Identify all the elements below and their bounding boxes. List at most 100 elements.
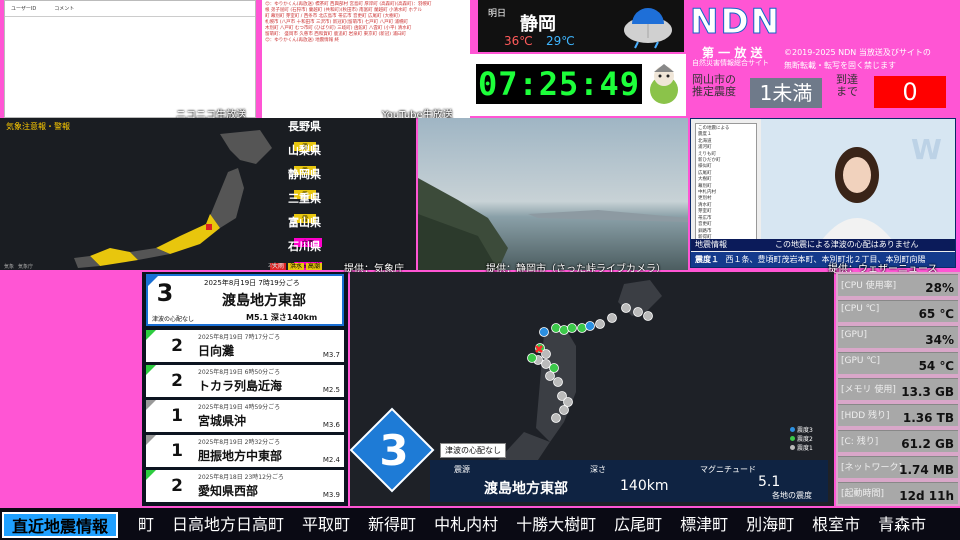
station-marker <box>563 397 573 407</box>
quake-intensity: 2 <box>171 371 183 391</box>
stat-value: 65 ℃ <box>918 307 954 321</box>
latest-quake-card[interactable]: 3 2025年8月19日 7時19分ごろ 渡島地方東部 津波の心配なし M5.1… <box>146 274 344 326</box>
arrival-seconds: 0 <box>874 76 946 108</box>
station-marker <box>541 359 551 369</box>
mascot-icon <box>650 64 678 104</box>
warning-pref-item: 富山県 大雨 <box>288 214 348 247</box>
weather-warning-panel: 気象注意報・警報 長野県雷山梨県雷静岡県雷三重県雷富山県大雨石川県大雨 大雨 洪… <box>0 118 416 270</box>
system-stat: [CPU 使用率] 28% <box>838 274 958 296</box>
arrival-label: 到達 まで <box>836 73 858 98</box>
latest-quake-datetime: 2025年8月19日 7時19分ごろ <box>204 279 300 287</box>
presenter-image: W <box>761 119 955 241</box>
stat-value: 1.74 MB <box>899 463 954 477</box>
quake-list-item[interactable]: 2 2025年8月19日 7時17分ごろ 日向灘 M3.7 <box>146 330 344 362</box>
system-stat: [HDD 残り] 1.36 TB <box>838 404 958 426</box>
ticker-item: 標津町 <box>680 515 729 534</box>
comment-header: コメント <box>54 6 75 12</box>
quake-intensity: 1 <box>171 441 183 461</box>
warning-footer-left: 気象 <box>4 264 15 270</box>
stat-label: [HDD 残り] <box>841 411 890 421</box>
quake-intensity: 1 <box>171 406 183 426</box>
intensity-marker <box>146 435 156 445</box>
stat-value: 28% <box>925 281 954 295</box>
digital-clock: 07:25:49 <box>476 64 642 104</box>
intensity-marker <box>146 470 156 480</box>
quake-list-item[interactable]: 2 2025年8月19日 6時50分ごろ トカラ列島近海 M2.5 <box>146 365 344 397</box>
system-stat: [ネットワーク] 1.74 MB <box>838 456 958 478</box>
quake-place: 宮城県沖 <box>198 414 247 428</box>
tv-news-panel: この地震による 震度１ 北海道 浦河町 えりも町 新ひだか町 様似町 広尾町 大樹町 幕別町 中札内… <box>690 118 956 268</box>
station-marker <box>559 325 569 335</box>
station-marker <box>633 307 643 317</box>
warning-footer-right: 気象庁 <box>18 264 34 270</box>
station-marker <box>541 349 551 359</box>
quake-list-item[interactable]: 1 2025年8月19日 4時59分ごろ 宮城県沖 M3.6 <box>146 400 344 432</box>
ndn-copyright: ©2019-2025 NDN 当放送及びサイトの <box>784 48 931 57</box>
japan-warning-map <box>74 130 272 268</box>
quake-list-item[interactable]: 1 2025年8月19日 2時32分ごろ 胆振地方中東部 M2.4 <box>146 435 344 467</box>
pref-name: 三重県 <box>288 192 321 205</box>
ndn-branding-panel: NDN 第 一 放 送 自然災害情報総合サイト ©2019-2025 NDN 当… <box>688 0 960 116</box>
quake-datetime: 2025年8月18日 23時12分ごろ <box>198 474 284 481</box>
legend-item: 震度1 <box>790 444 813 453</box>
stat-value: 61.2 GB <box>901 437 954 451</box>
pref-name: 長野県 <box>288 120 321 133</box>
ticker-item: 広尾町 <box>614 515 663 534</box>
legend-item: 震度3 <box>790 426 813 435</box>
warning-pref-item: 石川県大雨 <box>288 238 348 270</box>
ndn-tagline: 自然災害情報総合サイト <box>692 59 769 67</box>
stat-value: 12d 11h <box>899 489 954 503</box>
ticker-item: 日高地方日高町 <box>172 515 285 534</box>
weather-day: 明日 <box>488 9 507 19</box>
system-stat: [CPU ℃] 65 ℃ <box>838 300 958 322</box>
niconico-comment-panel: ユーザーID コメント <box>4 0 256 118</box>
system-stat: [C: 残り] 61.2 GB <box>838 430 958 452</box>
pref-name: 山梨県 <box>288 144 321 157</box>
station-marker <box>545 371 555 381</box>
weather-panel: 明日 静岡 36℃ 29℃ <box>478 0 684 52</box>
legend-label: 震度2 <box>797 436 813 443</box>
quake-datetime: 2025年8月19日 6時50分ごろ <box>198 369 281 376</box>
station-marker <box>551 323 561 333</box>
legend-dot <box>790 427 795 432</box>
ndn-copyright-2: 無断転載・転写を固く禁じます <box>784 61 896 70</box>
station-marker <box>621 303 631 313</box>
warning-pref-item: 静岡県雷 <box>288 166 348 199</box>
quake-map-tsunami: 津波の心配なし <box>440 443 506 458</box>
system-stat: [メモリ 使用] 13.3 GB <box>838 378 958 400</box>
station-marker <box>643 311 653 321</box>
stat-label: [GPU] <box>841 330 868 340</box>
warning-legend: 大雨 洪水 高潮 <box>270 263 322 270</box>
ticker-item: 中札内村 <box>434 515 499 534</box>
coastal-camera-image <box>418 178 688 270</box>
live-camera-panel <box>418 118 688 270</box>
stat-label: [C: 残り] <box>841 437 879 447</box>
intensity-marker <box>146 330 156 340</box>
stat-label: [CPU 使用率] <box>841 281 897 291</box>
quake-list-item[interactable]: 2 2025年8月18日 23時12分ごろ 愛知県西部 M3.9 <box>146 470 344 502</box>
stat-value: 1.36 TB <box>902 411 954 425</box>
quake-magnitude: M3.6 <box>322 421 340 429</box>
ticker-item: 根室市 <box>812 515 861 534</box>
ticker-item: 青森市 <box>878 515 927 534</box>
legend-label: 震度3 <box>797 427 813 434</box>
weather-city: 静岡 <box>520 14 556 35</box>
weather-low: 29℃ <box>546 34 575 48</box>
pref-name: 石川県 <box>288 240 321 253</box>
pref-label: 岡山市の 推定震度 <box>692 73 736 98</box>
quake-datetime: 2025年8月19日 2時32分ごろ <box>198 439 281 446</box>
station-marker <box>559 405 569 415</box>
latest-quake-tsunami: 津波の心配なし <box>152 316 195 323</box>
stat-value: 54 ℃ <box>918 359 954 373</box>
system-stat: [GPU] 34% <box>838 326 958 348</box>
stat-label: [起動時間] <box>841 489 885 499</box>
quake-magnitude: M2.4 <box>322 456 340 464</box>
stat-value: 34% <box>925 333 954 347</box>
quake-place: トカラ列島近海 <box>198 379 283 393</box>
quake-map-panel: 3 津波の心配なし 震源 渡島地方東部 深さ 140km マグニチュード 5.1… <box>350 272 834 506</box>
stat-label: [メモリ 使用] <box>841 385 896 395</box>
station-marker <box>577 323 587 333</box>
pref-name: 静岡県 <box>288 168 321 181</box>
ticker-label: 直近地震情報 <box>2 512 119 538</box>
pref-name: 富山県 <box>288 216 321 229</box>
